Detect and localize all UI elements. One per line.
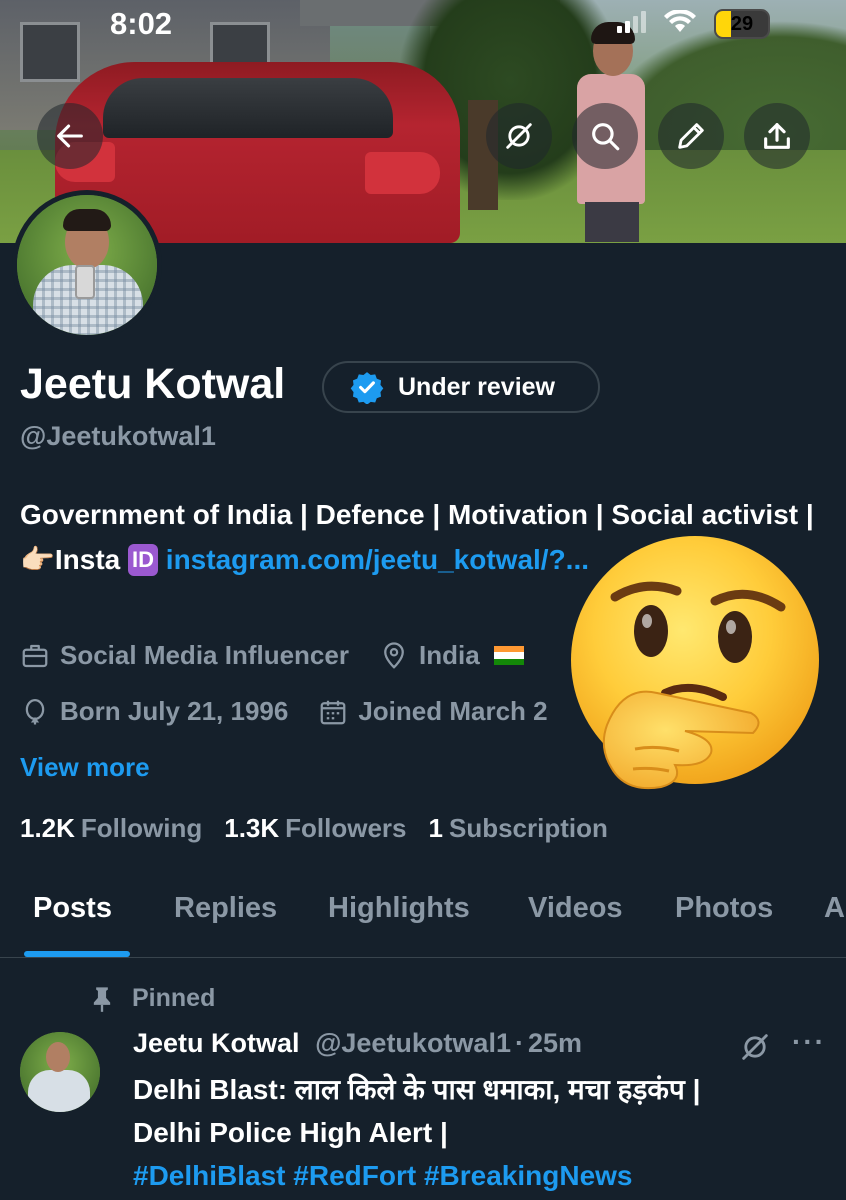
active-tab-indicator [24, 951, 130, 957]
avatar-hair [63, 209, 111, 231]
bio-instagram-link[interactable]: instagram.com/jeetu_kotwal/?... [166, 544, 589, 575]
grok-icon[interactable] [738, 1030, 772, 1064]
subscriptions-count[interactable]: 1 [429, 813, 443, 844]
view-more-link[interactable]: View more [20, 752, 150, 783]
tab-replies[interactable]: Replies [174, 892, 277, 925]
post-author-name[interactable]: Jeetu Kotwal [133, 1028, 300, 1058]
bio-text-insta: Insta [54, 544, 121, 575]
follow-stats: 1.2K Following 1.3K Followers 1 Subscrip… [20, 813, 630, 844]
tab-highlights[interactable]: Highlights [328, 892, 470, 925]
wifi-icon [664, 10, 696, 32]
avatar-shirt [28, 1070, 90, 1112]
following-count[interactable]: 1.2K [20, 813, 75, 844]
edit-button[interactable] [658, 103, 724, 169]
tab-posts[interactable]: Posts [33, 892, 112, 925]
battery-indicator: 29 [714, 9, 770, 39]
banner-house-window [20, 22, 80, 82]
pin-icon [93, 986, 111, 1012]
balloon-icon [25, 698, 45, 724]
birthday-label: Born July 21, 1996 [60, 696, 289, 726]
status-icons [616, 10, 696, 34]
search-icon [592, 123, 620, 151]
id-badge-icon: ID [128, 544, 159, 576]
tab-articles[interactable]: A [824, 892, 845, 925]
followers-count[interactable]: 1.3K [224, 813, 279, 844]
category-label: Social Media Influencer [60, 640, 349, 670]
post-separator: · [514, 1028, 524, 1058]
post-author-handle[interactable]: @Jeetukotwal1 [315, 1028, 511, 1058]
grok-icon [506, 123, 532, 149]
banner-person-pants [585, 202, 639, 242]
post-line: Delhi Police High Alert | [133, 1117, 448, 1148]
profile-handle: @Jeetukotwal1 [20, 421, 216, 451]
grok-button[interactable] [486, 103, 552, 169]
battery-label: 29 [730, 13, 754, 35]
cellular-signal-icon [617, 11, 646, 33]
profile-meta-row-1: Social Media Influencer India [20, 640, 554, 671]
pinned-indicator: Pinned [90, 984, 215, 1013]
post-time: 25m [527, 1028, 583, 1058]
pinned-label: Pinned [132, 984, 216, 1012]
post-hashtags[interactable]: #DelhiBlast #RedFort #BreakingNews [133, 1154, 833, 1197]
avatar-face [46, 1042, 70, 1072]
share-icon [764, 123, 790, 149]
post-more-button[interactable]: ··· [792, 1026, 826, 1058]
verification-label: Under review [398, 372, 556, 401]
profile-birthday: Born July 21, 1996 [20, 696, 288, 727]
search-button[interactable] [572, 103, 638, 169]
profile-joined: Joined March 2 [318, 696, 548, 727]
calendar-icon [320, 700, 346, 724]
tab-videos[interactable]: Videos [528, 892, 623, 925]
india-flag-icon [493, 645, 524, 666]
post-author-avatar[interactable] [20, 1032, 100, 1112]
location-pin-icon [384, 641, 404, 669]
status-time: 8:02 [110, 6, 173, 41]
verification-status-button[interactable]: Under review [322, 361, 600, 413]
profile-display-name: Jeetu Kotwal [20, 360, 286, 408]
share-button[interactable] [744, 103, 810, 169]
joined-label: Joined March 2 [358, 696, 548, 726]
banner-car-lamp [365, 152, 440, 194]
profile-tabs: Posts Replies Highlights Videos Photos A [0, 880, 846, 958]
followers-label[interactable]: Followers [285, 813, 406, 844]
profile-location: India [379, 640, 524, 671]
profile-category: Social Media Influencer [20, 640, 349, 671]
avatar-phone [75, 265, 95, 299]
profile-meta-row-2: Born July 21, 1996 Joined March 2 [20, 696, 578, 727]
thinking-face-emoji [571, 536, 819, 789]
tab-photos[interactable]: Photos [675, 892, 773, 925]
post-header: Jeetu Kotwal @Jeetukotwal1 · 25m [133, 1028, 582, 1059]
subscriptions-label[interactable]: Subscription [449, 813, 608, 844]
post-line: Delhi Blast: लाल किले के पास धमाका, मचा … [133, 1074, 701, 1105]
banner-car-window [103, 78, 393, 138]
verified-badge-icon [350, 372, 384, 404]
post-text: Delhi Blast: लाल किले के पास धमाका, मचा … [133, 1068, 833, 1197]
location-label: India [418, 640, 480, 670]
briefcase-icon [22, 644, 48, 667]
following-label[interactable]: Following [81, 813, 202, 844]
back-button[interactable] [37, 103, 103, 169]
arrow-left-icon [57, 124, 83, 148]
profile-avatar[interactable] [12, 190, 162, 340]
pencil-icon [678, 123, 704, 149]
